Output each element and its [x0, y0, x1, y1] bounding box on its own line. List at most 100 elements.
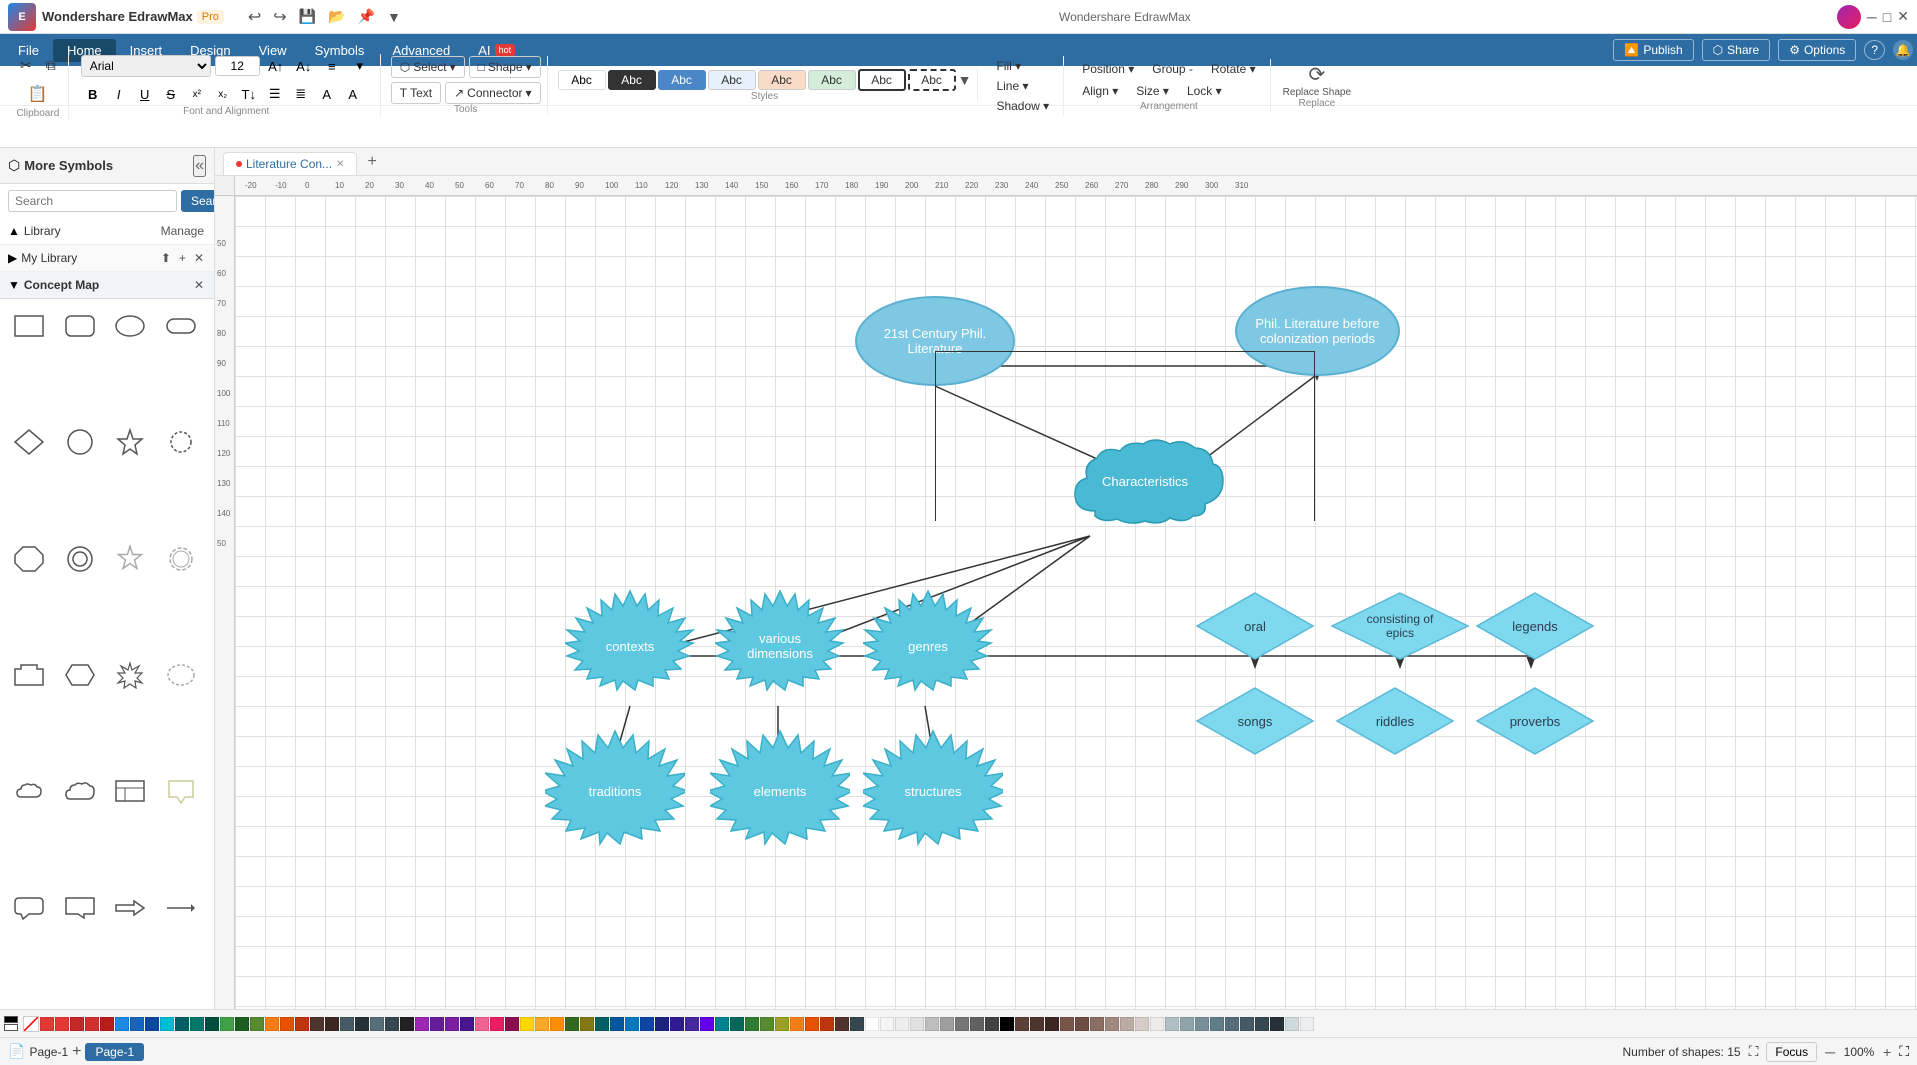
shape-speech-round[interactable]	[8, 889, 50, 927]
font-family-select[interactable]: Arial	[81, 55, 211, 77]
manage-button[interactable]: Manage	[159, 222, 206, 240]
font-increase-button[interactable]: A↑	[264, 54, 288, 78]
search-input[interactable]	[8, 190, 177, 212]
cut-button[interactable]: ✂	[14, 53, 38, 78]
shape-tool-button[interactable]: □ Shape ▾	[469, 56, 541, 78]
node-genres[interactable]: genres	[863, 586, 993, 706]
icon-fit[interactable]: ⛶	[1749, 1043, 1759, 1060]
active-page-tab[interactable]: Page-1	[85, 1043, 144, 1061]
node-21st-century[interactable]: 21st Century Phil. Literature	[855, 296, 1015, 386]
node-various-dimensions[interactable]: variousdimensions	[715, 586, 845, 706]
search-button[interactable]: Search	[181, 190, 215, 212]
style-preset-2[interactable]: Abc	[608, 70, 656, 90]
shape-tab[interactable]	[8, 656, 50, 694]
subscript-button[interactable]: x₂	[211, 82, 235, 106]
my-library-export[interactable]: ⬆	[159, 249, 173, 267]
shape-speech-rect[interactable]	[59, 889, 101, 927]
node-structures[interactable]: structures	[863, 726, 1003, 856]
style-preset-8[interactable]: Abc	[908, 69, 956, 91]
my-library-add[interactable]: +	[177, 249, 188, 267]
paste-button[interactable]: 📋	[22, 80, 54, 108]
my-library-close[interactable]: ✕	[192, 249, 206, 267]
style-preset-7[interactable]: Abc	[858, 69, 906, 91]
decrease-indent-button[interactable]: T↓	[237, 82, 261, 106]
shape-octagon[interactable]	[8, 540, 50, 578]
replace-shape-label[interactable]: Replace Shape	[1283, 87, 1351, 98]
my-library-row[interactable]: ▶ My Library ⬆ + ✕	[0, 245, 214, 272]
redo-button[interactable]: ↪	[269, 5, 290, 29]
panel-collapse-button[interactable]: «	[193, 155, 206, 177]
shape-ring[interactable]	[59, 540, 101, 578]
line-button[interactable]: Line ▾	[988, 76, 1057, 96]
focus-button[interactable]: Focus	[1766, 1042, 1817, 1062]
shape-speech-bubble-yellow[interactable]	[160, 772, 202, 810]
node-legends[interactable]: legends	[1475, 591, 1595, 661]
shape-rounded-rect[interactable]	[59, 307, 101, 345]
fill-button[interactable]: Fill ▾	[988, 56, 1057, 76]
more-button[interactable]: ▼	[383, 5, 405, 29]
bold-button[interactable]: B	[81, 82, 105, 106]
highlight-button[interactable]: A	[341, 82, 365, 106]
font-color-button[interactable]: A	[315, 82, 339, 106]
diagram-canvas[interactable]: 21st Century Phil. Literature Phil. Lite…	[235, 196, 1917, 1009]
shape-ellipse[interactable]	[109, 307, 151, 345]
open-button[interactable]: 📂	[324, 5, 349, 29]
list-button[interactable]: ☰	[263, 82, 287, 106]
select-tool-button[interactable]: ⬡ Select ▾	[391, 56, 465, 78]
superscript-button[interactable]: x²	[185, 82, 209, 106]
position-button[interactable]: Position ▾	[1074, 59, 1142, 79]
notification-icon[interactable]: 🔔	[1893, 40, 1913, 60]
style-preset-1[interactable]: Abc	[558, 70, 606, 90]
text-align-button[interactable]: ≡	[320, 54, 344, 78]
add-tab-button[interactable]: +	[359, 149, 384, 175]
share-button[interactable]: ⬡Share	[1702, 39, 1771, 61]
no-color-swatch[interactable]	[23, 1016, 39, 1032]
strikethrough-button[interactable]: S	[159, 82, 183, 106]
italic-button[interactable]: I	[107, 82, 131, 106]
zoom-out-button[interactable]: ─	[1825, 1044, 1835, 1060]
node-proverbs[interactable]: proverbs	[1475, 686, 1595, 756]
shape-burst[interactable]	[160, 423, 202, 461]
lock-button[interactable]: Lock ▾	[1179, 81, 1230, 101]
underline-button[interactable]: U	[133, 82, 157, 106]
shape-star5[interactable]	[109, 540, 151, 578]
text-tool-button[interactable]: T Text	[391, 82, 441, 104]
shape-cloud-large[interactable]	[59, 772, 101, 810]
user-avatar[interactable]	[1837, 5, 1861, 29]
shape-star[interactable]	[109, 423, 151, 461]
maximize-button[interactable]: □	[1883, 9, 1891, 25]
publish-button[interactable]: 🔼Publish	[1613, 39, 1693, 61]
copy-button[interactable]: ⧉	[40, 53, 62, 78]
node-consisting-epics[interactable]: consisting ofepics	[1330, 591, 1470, 661]
styles-expand-button[interactable]: ▼	[958, 72, 972, 88]
shape-hexagon[interactable]	[59, 656, 101, 694]
shape-wiggly[interactable]	[160, 656, 202, 694]
help-button[interactable]: ?	[1864, 40, 1885, 60]
zoom-in-button[interactable]: +	[1883, 1044, 1891, 1060]
shape-starburst[interactable]	[160, 540, 202, 578]
diagram-tab[interactable]: Literature Con... ✕	[223, 152, 357, 175]
font-decrease-button[interactable]: A↓	[292, 54, 316, 78]
shape-explosion[interactable]	[109, 656, 151, 694]
minimize-button[interactable]: ─	[1867, 9, 1877, 25]
node-phil-literature-before[interactable]: Phil. Literature before colonization per…	[1235, 286, 1400, 376]
size-button[interactable]: Size ▾	[1128, 81, 1177, 101]
node-characteristics[interactable]: Characteristics	[1065, 426, 1225, 536]
node-elements[interactable]: elements	[710, 726, 850, 856]
connector-tool-button[interactable]: ↗ Connector ▾	[445, 82, 540, 104]
fullscreen-button[interactable]: ⛶	[1899, 1043, 1909, 1060]
style-preset-5[interactable]: Abc	[758, 70, 806, 90]
style-preset-3[interactable]: Abc	[658, 70, 706, 90]
list2-button[interactable]: ≣	[289, 82, 313, 106]
add-page-button[interactable]: +	[72, 1043, 81, 1061]
node-riddles[interactable]: riddles	[1335, 686, 1455, 756]
shape-cloud-small[interactable]	[8, 772, 50, 810]
node-traditions[interactable]: traditions	[545, 726, 685, 856]
node-songs[interactable]: songs	[1195, 686, 1315, 756]
shape-circle[interactable]	[59, 423, 101, 461]
shape-rectangle[interactable]	[8, 307, 50, 345]
node-contexts[interactable]: contexts	[565, 586, 695, 706]
style-preset-4[interactable]: Abc	[708, 70, 756, 90]
options-button[interactable]: ⚙Options	[1778, 39, 1856, 61]
shape-diamond[interactable]	[8, 423, 50, 461]
